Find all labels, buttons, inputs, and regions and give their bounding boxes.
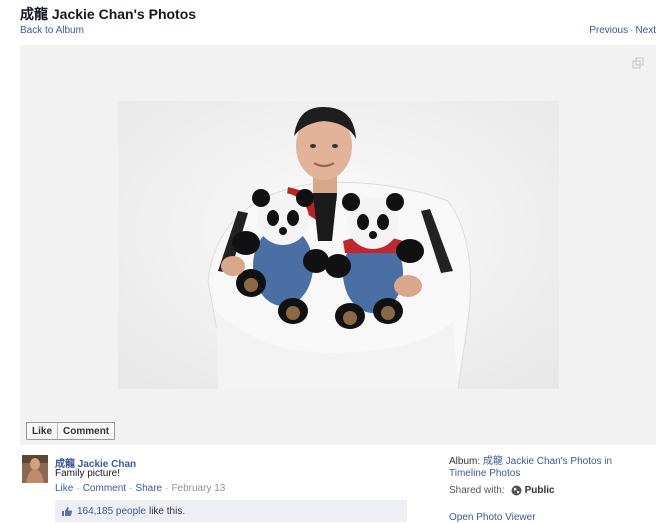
post-caption: Family picture! [55, 468, 121, 479]
shared-label: Shared with: [449, 485, 505, 496]
thumbs-up-icon [62, 506, 73, 516]
post-comment-link[interactable]: Comment [83, 483, 126, 494]
photo-navigation: Previous · Next [589, 25, 656, 36]
open-photo-viewer-link[interactable]: Open Photo Viewer [449, 512, 536, 523]
next-link[interactable]: Next [635, 25, 656, 36]
post-date[interactable]: February 13 [171, 483, 225, 494]
avatar[interactable] [22, 455, 48, 483]
like-button[interactable]: Like [27, 423, 57, 439]
expand-icon[interactable] [632, 57, 644, 69]
photo-action-buttons: Like Comment [26, 422, 116, 440]
previous-link[interactable]: Previous [589, 25, 628, 36]
likes-count[interactable]: 164,185 people [77, 506, 146, 517]
action-separator: · [76, 483, 80, 494]
privacy-info: Shared with: Public [449, 485, 555, 496]
likes-bar: 164,185 people like this. [55, 500, 407, 522]
back-to-album-link[interactable]: Back to Album [20, 25, 84, 36]
globe-icon [511, 485, 522, 496]
likes-suffix: like this. [148, 505, 186, 517]
audience-selector[interactable]: Public [525, 485, 555, 496]
comment-button[interactable]: Comment [57, 423, 114, 439]
post-share-link[interactable]: Share [135, 483, 162, 494]
action-separator: · [129, 483, 133, 494]
photo[interactable] [118, 101, 559, 389]
photo-stage: Like Comment [20, 45, 656, 445]
action-separator: · [165, 483, 169, 494]
album-info: Album: 成龍 Jackie Chan's Photos in Timeli… [449, 456, 639, 480]
page-title: 成龍 Jackie Chan's Photos [20, 6, 197, 22]
post-actions: Like · Comment · Share · February 13 [55, 483, 225, 494]
post-like-link[interactable]: Like [55, 483, 73, 494]
nav-separator: · [630, 25, 634, 36]
album-label: Album: [449, 456, 481, 467]
